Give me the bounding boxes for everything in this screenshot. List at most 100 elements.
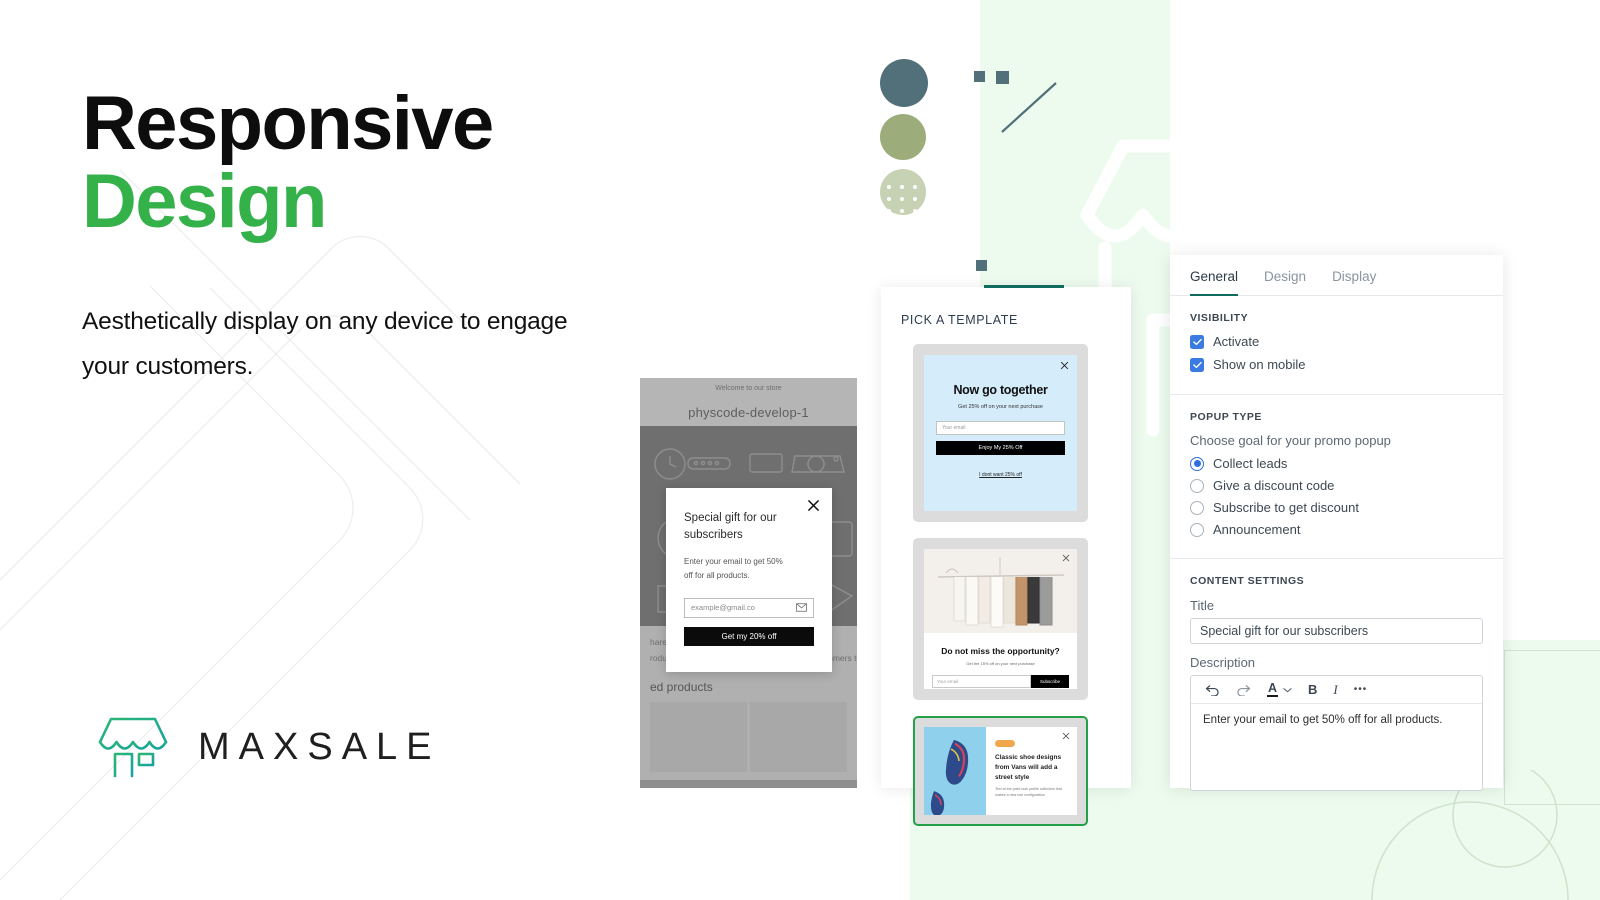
clothing-rack-photo <box>924 549 1077 633</box>
template-card-preview: Classic shoe designs from Vans will add … <box>924 727 1077 815</box>
template-card-button: Subscribe <box>1031 675 1069 688</box>
decor-square-3 <box>976 260 987 271</box>
visibility-section: VISIBILITY Activate Show on mobile <box>1170 296 1503 395</box>
redo-icon[interactable] <box>1236 683 1251 696</box>
close-icon <box>1062 554 1070 562</box>
close-icon[interactable] <box>807 499 820 512</box>
radio-unselected-icon <box>1190 500 1204 515</box>
text-color-icon[interactable]: A <box>1267 681 1292 698</box>
template-card-preview: Do not miss the opportunity? Get the 15%… <box>924 549 1077 689</box>
popup-email-input[interactable]: example@gmail.co <box>684 597 814 618</box>
template-card-do-not-miss[interactable]: Do not miss the opportunity? Get the 15%… <box>913 538 1088 700</box>
template-card-now-go-together[interactable]: Now go together Get 25% off on your next… <box>913 344 1088 522</box>
tab-design[interactable]: Design <box>1264 269 1306 295</box>
template-card-email-input: Your email <box>932 675 1031 688</box>
hero-section: Responsive Design Aesthetically display … <box>82 86 602 390</box>
template-card-email-input: Your email <box>936 421 1065 435</box>
band-notch-right <box>1503 0 1600 640</box>
shoe-photo <box>924 727 986 815</box>
template-picker-heading: PICK A TEMPLATE <box>901 313 1018 327</box>
page-title: Responsive Design <box>82 86 602 245</box>
template-card-badge <box>995 740 1015 747</box>
popup-type-section: POPUP TYPE Choose goal for your promo po… <box>1170 395 1503 559</box>
decor-diagonal-line <box>1001 82 1057 133</box>
template-card-preview: Now go together Get 25% off on your next… <box>924 355 1077 511</box>
store-product-tile <box>750 702 847 772</box>
hero-title-line1: Responsive <box>82 81 494 166</box>
storefront-icon <box>96 717 170 780</box>
close-icon <box>1062 732 1070 740</box>
radio-unselected-icon <box>1190 522 1204 537</box>
decor-square-1 <box>974 71 985 82</box>
popup-title: Special gift for our subscribers <box>684 512 777 541</box>
content-settings-section-label: CONTENT SETTINGS <box>1190 575 1305 587</box>
checkbox-activate-label: Activate <box>1213 334 1260 349</box>
hero-subtitle: Aesthetically display on any device to e… <box>82 308 568 380</box>
undo-icon[interactable] <box>1205 683 1220 696</box>
store-name: physcode-develop-1 <box>640 398 857 426</box>
checkbox-checked-icon <box>1190 357 1204 372</box>
page-root: Responsive Design Aesthetically display … <box>0 0 1600 900</box>
radio-collect-leads-label: Collect leads <box>1213 456 1288 471</box>
shoe-illustration <box>924 727 986 815</box>
store-product-grid <box>650 702 847 772</box>
template-card-title: Classic shoe designs from Vans will add … <box>995 754 1062 781</box>
logo-wordmark: MAXSALE <box>198 725 441 768</box>
store-section-title: ed products <box>650 680 713 694</box>
popup-type-section-label: POPUP TYPE <box>1190 411 1262 423</box>
radio-unselected-icon <box>1190 478 1204 493</box>
decor-outline-rect <box>1504 650 1600 805</box>
store-announcement-bar: Welcome to our store <box>640 378 857 398</box>
description-editor: A B I ••• Enter your email to get 50% of… <box>1190 675 1483 791</box>
radio-subscribe-to-get-discount[interactable]: Subscribe to get discount <box>1190 500 1483 515</box>
bold-icon[interactable]: B <box>1308 682 1317 697</box>
editor-toolbar: A B I ••• <box>1191 676 1482 704</box>
radio-announcement[interactable]: Announcement <box>1190 522 1483 537</box>
visibility-section-label: VISIBILITY <box>1190 312 1249 324</box>
tab-general[interactable]: General <box>1190 269 1239 296</box>
template-card-subtitle: Get the 15% off on your next purchase <box>966 661 1035 666</box>
checkbox-show-on-mobile-label: Show on mobile <box>1213 357 1306 372</box>
checkbox-checked-icon <box>1190 334 1204 349</box>
template-card-form: Your email Subscribe <box>932 675 1069 688</box>
tab-display[interactable]: Display <box>1332 269 1376 295</box>
radio-give-a-discount-code[interactable]: Give a discount code <box>1190 478 1483 493</box>
decor-dot-grid <box>887 185 930 237</box>
decor-circle-slate <box>880 59 928 107</box>
template-card-button: Enjoy My 25% Off <box>936 441 1065 455</box>
popup-type-hint: Choose goal for your promo popup <box>1190 433 1391 448</box>
brand-logo: MAXSALE <box>96 712 441 782</box>
mail-icon <box>796 603 807 612</box>
store-product-tile <box>650 702 747 772</box>
settings-tabs: General Design Display <box>1170 255 1503 296</box>
title-input[interactable]: Special gift for our subscribers <box>1190 618 1483 644</box>
chevron-down-icon <box>1283 687 1292 692</box>
template-panel-active-tab-underline <box>984 285 1064 288</box>
decor-circle-olive <box>880 114 926 160</box>
italic-icon[interactable]: I <box>1333 682 1337 698</box>
hero-title-line2: Design <box>82 159 327 245</box>
radio-give-a-discount-code-label: Give a discount code <box>1213 478 1335 493</box>
checkbox-show-on-mobile[interactable]: Show on mobile <box>1190 357 1483 372</box>
template-card-title: Now go together <box>953 383 1048 397</box>
more-options-icon[interactable]: ••• <box>1354 684 1368 695</box>
content-settings-section: CONTENT SETTINGS Title Special gift for … <box>1170 559 1503 805</box>
close-icon <box>1060 361 1069 370</box>
popup-preview: Special gift for our subscribers Enter y… <box>666 488 832 672</box>
checkbox-activate[interactable]: Activate <box>1190 334 1483 349</box>
popup-submit-button[interactable]: Get my 20% off <box>684 626 814 646</box>
template-card-body: Classic shoe designs from Vans will add … <box>986 727 1077 815</box>
radio-selected-icon <box>1190 456 1204 471</box>
template-card-decline-link: I dont want 25% off <box>979 472 1022 478</box>
template-card-subtitle: Text at the point look profile collectio… <box>995 787 1062 797</box>
title-field-label: Title <box>1190 598 1215 613</box>
template-card-classic-shoe-designs[interactable]: Classic shoe designs from Vans will add … <box>913 716 1088 826</box>
settings-panel: General Design Display VISIBILITY Activa… <box>1170 255 1503 791</box>
clothing-rack-illustration <box>924 549 1077 633</box>
radio-collect-leads[interactable]: Collect leads <box>1190 456 1483 471</box>
description-field-label: Description <box>1190 655 1256 670</box>
popup-email-placeholder: example@gmail.co <box>691 603 755 613</box>
description-textarea[interactable]: Enter your email to get 50% off for all … <box>1191 704 1482 790</box>
radio-subscribe-to-get-discount-label: Subscribe to get discount <box>1213 500 1359 515</box>
text-color-letter: A <box>1267 681 1279 698</box>
